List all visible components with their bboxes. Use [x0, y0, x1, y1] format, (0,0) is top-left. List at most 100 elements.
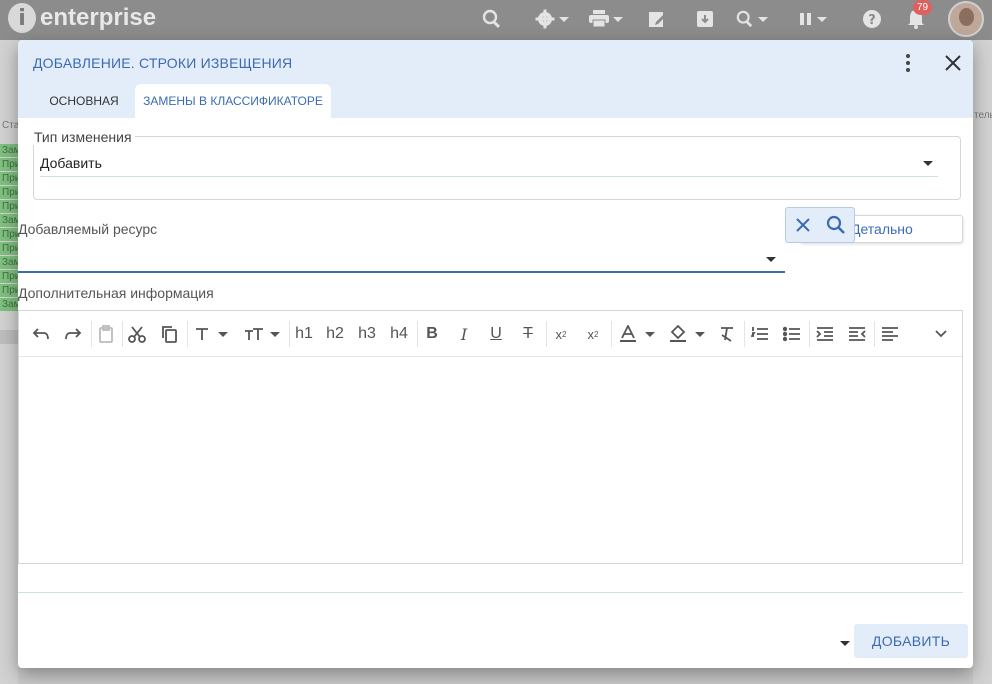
- help-icon[interactable]: ?: [862, 6, 882, 32]
- text-color-button[interactable]: [615, 321, 659, 347]
- logo-mark-icon: i: [8, 3, 36, 33]
- toolbar-divider: [611, 321, 612, 347]
- strikethrough-button[interactable]: T: [516, 321, 540, 347]
- settings-menu-button[interactable]: [535, 6, 569, 32]
- app-logo[interactable]: i enterprise: [8, 3, 156, 33]
- background-status-cell: Зам: [0, 256, 18, 269]
- toolbar-divider: [122, 321, 123, 347]
- toolbar-divider: [289, 321, 290, 347]
- toolbar-divider: [187, 321, 188, 347]
- cut-icon[interactable]: [125, 321, 149, 347]
- underline-button[interactable]: U: [484, 321, 508, 347]
- svg-text:?: ?: [868, 13, 876, 28]
- align-left-icon[interactable]: [878, 321, 902, 347]
- background-status-cell: Зам: [0, 298, 18, 311]
- chevron-down-icon: [559, 16, 569, 22]
- clear-icon[interactable]: [794, 216, 812, 234]
- background-column-header: Ста: [2, 120, 20, 131]
- clear-format-icon[interactable]: [715, 321, 739, 347]
- outdent-icon[interactable]: [845, 321, 869, 347]
- heading-4-button[interactable]: h4: [387, 321, 411, 347]
- search-icon[interactable]: [482, 6, 502, 32]
- add-notice-line-dialog: ДОБАВЛЕНИЕ. СТРОКИ ИЗВЕЩЕНИЯ ОСНОВНАЯ ЗА…: [18, 40, 973, 668]
- background-status-cell: При: [0, 284, 18, 297]
- close-icon[interactable]: [942, 52, 964, 74]
- change-type-legend: Тип изменения: [31, 129, 135, 145]
- pause-menu-button[interactable]: [799, 6, 827, 32]
- user-avatar[interactable]: [948, 1, 984, 37]
- advanced-search-button[interactable]: [736, 6, 768, 32]
- tab-main[interactable]: ОСНОВНАЯ: [38, 84, 130, 118]
- background-panel-left: [0, 40, 18, 684]
- font-size-button[interactable]: [239, 321, 285, 347]
- more-options-icon[interactable]: [902, 52, 914, 74]
- background-column-header-right: тель: [974, 110, 992, 121]
- extra-info-label: Дополнительная информация: [18, 285, 214, 301]
- background-status-cell: При: [0, 186, 18, 199]
- bold-button[interactable]: B: [420, 321, 444, 347]
- dialog-header: ДОБАВЛЕНИЕ. СТРОКИ ИЗВЕЩЕНИЯ ОСНОВНАЯ ЗА…: [18, 40, 973, 118]
- paste-icon[interactable]: [94, 321, 118, 347]
- background-status-cell: Зам: [0, 144, 18, 157]
- change-type-select[interactable]: Добавить: [40, 155, 102, 171]
- chevron-down-icon: [758, 16, 768, 22]
- change-type-underline: [40, 176, 938, 177]
- tab-classifier-replacements[interactable]: ЗАМЕНЫ В КЛАССИФИКАТОРЕ: [135, 84, 331, 118]
- redo-icon[interactable]: [61, 321, 85, 347]
- print-menu-button[interactable]: [589, 6, 623, 32]
- gear-icon: [535, 9, 555, 29]
- add-options-dropdown-icon[interactable]: [840, 641, 850, 646]
- background-status-cell: При: [0, 158, 18, 171]
- notification-count-badge: 79: [913, 0, 933, 15]
- toolbar-divider: [417, 321, 418, 347]
- change-type-dropdown-icon[interactable]: [923, 161, 933, 166]
- resource-input-underline: [18, 271, 785, 273]
- font-family-button[interactable]: [191, 321, 231, 347]
- more-tools-chevron-icon[interactable]: [929, 321, 953, 347]
- archive-icon[interactable]: [696, 6, 714, 32]
- copy-icon[interactable]: [157, 321, 181, 347]
- add-button[interactable]: ДОБАВИТЬ: [854, 624, 968, 658]
- undo-icon[interactable]: [29, 321, 53, 347]
- editor-content-area[interactable]: [19, 357, 962, 563]
- toolbar-divider: [91, 321, 92, 347]
- background-status-cell: При: [0, 242, 18, 255]
- background-status-cell: При: [0, 228, 18, 241]
- background-status-cell: Зам: [0, 214, 18, 227]
- background-panel-right: [973, 40, 992, 684]
- field-divider: [18, 592, 963, 593]
- detail-button-label: Детально: [851, 221, 913, 237]
- highlight-color-button[interactable]: [665, 321, 709, 347]
- dialog-title: ДОБАВЛЕНИЕ. СТРОКИ ИЗВЕЩЕНИЯ: [33, 55, 293, 71]
- resource-input[interactable]: [18, 246, 758, 270]
- editor-toolbar: h1 h2 h3 h4 B I U T x2 x2: [19, 311, 962, 357]
- subscript-button[interactable]: x2: [549, 321, 573, 347]
- background-status-cell: При: [0, 270, 18, 283]
- heading-2-button[interactable]: h2: [323, 321, 347, 347]
- toolbar-divider: [874, 321, 875, 347]
- change-type-fieldset: [33, 136, 961, 200]
- ordered-list-icon[interactable]: [748, 321, 772, 347]
- edit-note-icon[interactable]: [648, 6, 668, 32]
- text-size-icon: [245, 328, 263, 340]
- bullet-list-icon[interactable]: [780, 321, 804, 347]
- resource-dropdown-icon[interactable]: [766, 257, 776, 262]
- logo-text: enterprise: [40, 4, 157, 31]
- app-bar: i enterprise ? 79: [0, 0, 992, 40]
- text-format-icon: [195, 328, 208, 340]
- toolbar-divider: [744, 321, 745, 347]
- background-status-cell: При: [0, 200, 18, 213]
- search-icon: [736, 10, 753, 28]
- italic-button[interactable]: I: [452, 321, 476, 347]
- heading-1-button[interactable]: h1: [292, 321, 316, 347]
- heading-3-button[interactable]: h3: [355, 321, 379, 347]
- superscript-button[interactable]: x2: [581, 321, 605, 347]
- background-status-cell: При: [0, 172, 18, 185]
- toolbar-divider: [546, 321, 547, 347]
- search-icon[interactable]: [826, 215, 846, 235]
- toolbar-divider: [809, 321, 810, 347]
- text-color-icon: [620, 325, 636, 342]
- chevron-down-icon: [817, 16, 827, 22]
- indent-icon[interactable]: [813, 321, 837, 347]
- pause-icon: [800, 13, 811, 25]
